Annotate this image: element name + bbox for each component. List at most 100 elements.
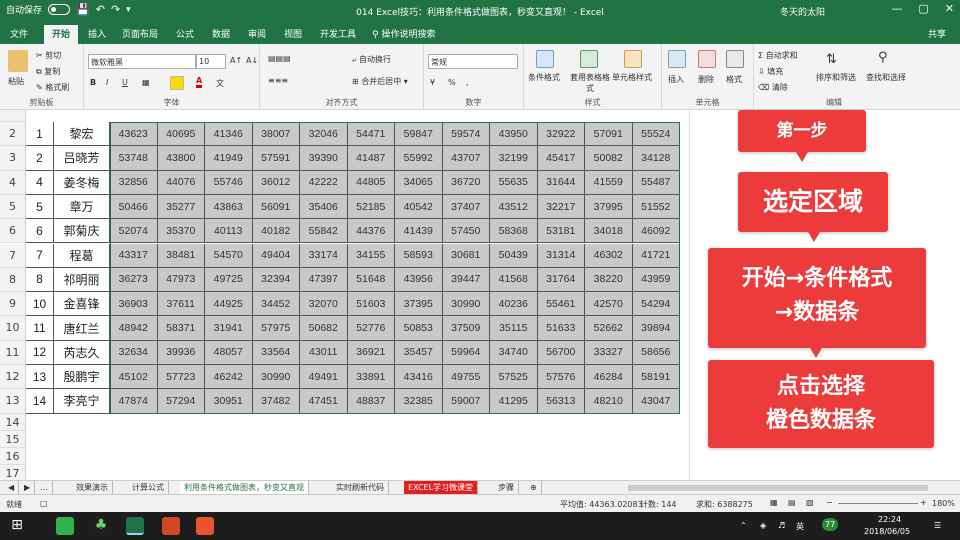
name-cell[interactable]: 姜冬梅 bbox=[54, 170, 110, 195]
row-header[interactable]: 10 bbox=[0, 316, 26, 341]
name-cell[interactable]: 黎宏 bbox=[54, 122, 110, 147]
scroll-thumb[interactable] bbox=[628, 484, 928, 491]
row-header[interactable]: 13 bbox=[0, 389, 26, 414]
row-header[interactable]: 4 bbox=[0, 170, 26, 195]
excel-taskbar-icon[interactable] bbox=[126, 517, 144, 535]
value-cell[interactable]: 59964 bbox=[442, 340, 490, 365]
save-icon[interactable]: 💾 bbox=[76, 3, 90, 16]
value-cell[interactable]: 55842 bbox=[300, 219, 348, 244]
value-cell[interactable]: 57723 bbox=[157, 365, 205, 390]
value-cell[interactable]: 52185 bbox=[347, 194, 395, 220]
value-cell[interactable]: 39894 bbox=[632, 316, 680, 341]
value-cell[interactable]: 37611 bbox=[157, 292, 205, 317]
value-cell[interactable]: 46242 bbox=[205, 365, 253, 390]
value-cell[interactable]: 34128 bbox=[632, 146, 680, 171]
value-cell[interactable]: 40236 bbox=[490, 292, 538, 317]
border-icon[interactable]: ▦ bbox=[142, 78, 150, 87]
tab-file[interactable]: 文件 bbox=[10, 27, 28, 40]
row-header[interactable]: 9 bbox=[0, 292, 26, 317]
value-cell[interactable]: 36273 bbox=[110, 267, 158, 293]
zoom-in-button[interactable]: + bbox=[920, 498, 927, 507]
value-cell[interactable]: 58191 bbox=[632, 365, 680, 390]
clear-button[interactable]: ⌫ 清除 bbox=[758, 82, 788, 93]
value-cell[interactable]: 55992 bbox=[395, 146, 443, 171]
zoom-out-button[interactable]: − bbox=[826, 498, 833, 507]
recorder-icon[interactable] bbox=[196, 517, 214, 535]
conditional-formatting-button[interactable]: 条件格式 bbox=[528, 72, 560, 83]
value-cell[interactable]: 57975 bbox=[252, 316, 300, 341]
tab-developer[interactable]: 开发工具 bbox=[320, 27, 356, 40]
value-cell[interactable]: 51648 bbox=[347, 267, 395, 293]
id-cell[interactable]: 6 bbox=[26, 219, 54, 244]
close-button[interactable]: ✕ bbox=[945, 2, 954, 15]
windows-start-icon[interactable]: ⊞ bbox=[8, 517, 26, 535]
value-cell[interactable]: 32070 bbox=[300, 292, 348, 317]
clover-icon[interactable]: ♣ bbox=[92, 517, 110, 535]
row-header-empty[interactable]: 14 bbox=[0, 413, 26, 431]
value-cell[interactable]: 58371 bbox=[157, 316, 205, 341]
underline-button[interactable]: U bbox=[122, 78, 128, 87]
tab-home[interactable]: 开始 bbox=[44, 25, 79, 44]
value-cell[interactable]: 47451 bbox=[300, 389, 348, 414]
percent-button[interactable]: % bbox=[448, 78, 456, 87]
sheet-tab-refresh[interactable]: 实时刷新代码 bbox=[332, 481, 389, 495]
value-cell[interactable]: 35457 bbox=[395, 340, 443, 365]
value-cell[interactable]: 32394 bbox=[252, 267, 300, 293]
value-cell[interactable]: 43623 bbox=[110, 122, 158, 147]
sheet-nav-next[interactable]: ▶ bbox=[20, 481, 36, 495]
value-cell[interactable]: 57576 bbox=[537, 365, 585, 390]
align-top-icon[interactable]: ▤▤▤ bbox=[268, 54, 291, 63]
value-cell[interactable]: 46302 bbox=[585, 243, 633, 268]
bold-button[interactable]: B bbox=[90, 78, 96, 87]
format-cells-button[interactable]: 格式 bbox=[726, 74, 742, 85]
value-cell[interactable]: 38007 bbox=[252, 122, 300, 147]
value-cell[interactable]: 49404 bbox=[252, 243, 300, 268]
value-cell[interactable]: 42570 bbox=[585, 292, 633, 317]
copy-button[interactable]: ⧉ 复制 bbox=[36, 66, 60, 77]
value-cell[interactable]: 58368 bbox=[490, 219, 538, 244]
value-cell[interactable]: 55635 bbox=[490, 170, 538, 195]
value-cell[interactable]: 34740 bbox=[490, 340, 538, 365]
add-sheet-icon[interactable]: ⊕ bbox=[526, 481, 542, 495]
align-left-icon[interactable]: ≡≡≡ bbox=[268, 76, 288, 85]
value-cell[interactable]: 43863 bbox=[205, 194, 253, 220]
value-cell[interactable]: 47874 bbox=[110, 389, 158, 414]
shrink-font-button[interactable]: A↓ bbox=[246, 56, 258, 65]
row-header[interactable]: 3 bbox=[0, 146, 26, 171]
autosum-button[interactable]: Σ 自动求和 bbox=[758, 50, 798, 61]
wrap-text-button[interactable]: ⤶ 自动换行 bbox=[352, 54, 391, 65]
value-cell[interactable]: 43800 bbox=[157, 146, 205, 171]
value-cell[interactable]: 36921 bbox=[347, 340, 395, 365]
value-cell[interactable]: 30681 bbox=[442, 243, 490, 268]
format-table-button[interactable]: 套用表格格式 bbox=[570, 72, 610, 94]
value-cell[interactable]: 57591 bbox=[252, 146, 300, 171]
sheet-nav-prev[interactable]: ◀ bbox=[4, 481, 20, 495]
value-cell[interactable]: 40182 bbox=[252, 219, 300, 244]
tab-review[interactable]: 审阅 bbox=[248, 27, 266, 40]
name-cell[interactable]: 金喜锋 bbox=[54, 292, 110, 317]
value-cell[interactable]: 57091 bbox=[585, 122, 633, 147]
value-cell[interactable]: 43011 bbox=[300, 340, 348, 365]
name-cell[interactable]: 郭菊庆 bbox=[54, 219, 110, 244]
value-cell[interactable]: 56700 bbox=[537, 340, 585, 365]
value-cell[interactable]: 43950 bbox=[490, 122, 538, 147]
id-cell[interactable]: 2 bbox=[26, 146, 54, 171]
value-cell[interactable]: 59574 bbox=[442, 122, 490, 147]
currency-icon[interactable]: ¥ bbox=[430, 78, 435, 87]
row-header[interactable]: 7 bbox=[0, 243, 26, 268]
value-cell[interactable]: 52662 bbox=[585, 316, 633, 341]
value-cell[interactable]: 41487 bbox=[347, 146, 395, 171]
id-cell[interactable]: 4 bbox=[26, 170, 54, 195]
value-cell[interactable]: 32217 bbox=[537, 194, 585, 220]
value-cell[interactable]: 41721 bbox=[632, 243, 680, 268]
value-cell[interactable]: 31644 bbox=[537, 170, 585, 195]
id-cell[interactable]: 13 bbox=[26, 365, 54, 390]
paste-icon[interactable] bbox=[8, 50, 28, 72]
value-cell[interactable]: 54570 bbox=[205, 243, 253, 268]
value-cell[interactable]: 56091 bbox=[252, 194, 300, 220]
cut-button[interactable]: ✂ 剪切 bbox=[36, 50, 61, 61]
row-header[interactable]: 2 bbox=[0, 122, 26, 147]
value-cell[interactable]: 52074 bbox=[110, 219, 158, 244]
value-cell[interactable]: 41346 bbox=[205, 122, 253, 147]
format-table-icon[interactable] bbox=[580, 50, 598, 68]
